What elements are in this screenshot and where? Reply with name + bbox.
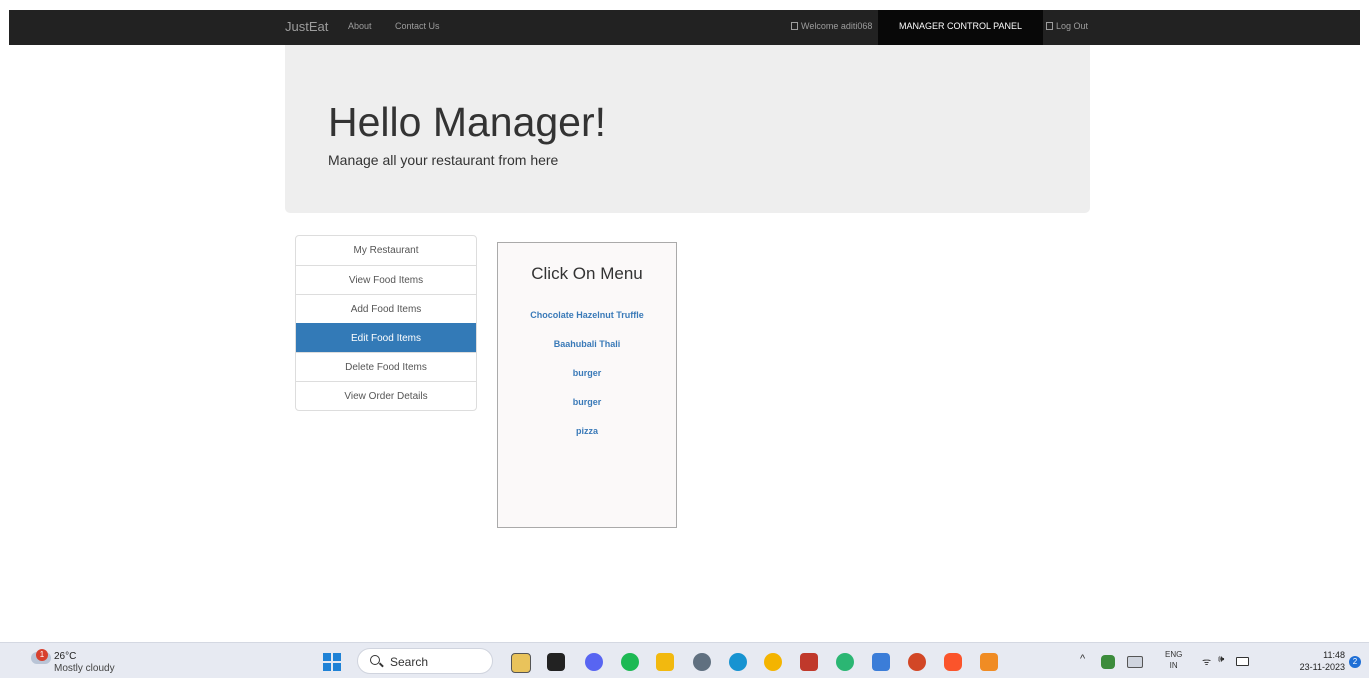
menu-item[interactable]: burger <box>498 368 676 397</box>
clock-time: 11:48 <box>1323 650 1345 660</box>
logout-link[interactable]: Log Out <box>1046 10 1088 45</box>
menu-panel: Click On Menu Chocolate Hazelnut Truffle… <box>497 242 677 528</box>
manager-sidebar: My Restaurant View Food Items Add Food I… <box>295 235 477 411</box>
sidebar-item-add-food-items[interactable]: Add Food Items <box>296 294 476 323</box>
teams-chat-icon[interactable] <box>585 653 603 671</box>
menu-item[interactable]: pizza <box>498 426 676 455</box>
powerpoint-icon[interactable] <box>908 653 926 671</box>
chrome-canary-icon[interactable] <box>836 653 854 671</box>
chrome-browser-icon[interactable] <box>764 653 782 671</box>
language-code: ENG <box>1165 650 1183 659</box>
edge-browser-icon[interactable] <box>729 653 747 671</box>
brave-browser-icon[interactable] <box>944 653 962 671</box>
weather-temperature: 26°C <box>54 651 77 662</box>
menu-item[interactable]: Baahubali Thali <box>498 339 676 368</box>
spotify-icon[interactable] <box>621 653 639 671</box>
task-view-icon[interactable] <box>547 653 565 671</box>
battery-icon[interactable] <box>1236 657 1249 666</box>
windows-taskbar: 1 26°C Mostly cloudy Search ^ ENG IN ᯤ 🕪… <box>0 642 1369 678</box>
clock[interactable]: 11:48 23-11-2023 <box>1300 649 1345 673</box>
volume-icon[interactable]: 🕪 <box>1218 654 1224 689</box>
logout-text: Log Out <box>1056 21 1089 31</box>
jumbotron: Hello Manager! Manage all your restauran… <box>285 45 1090 213</box>
notepad-icon[interactable] <box>872 653 890 671</box>
search-icon <box>370 655 380 665</box>
sidebar-item-view-order-details[interactable]: View Order Details <box>296 381 476 410</box>
sidebar-item-view-food-items[interactable]: View Food Items <box>296 265 476 294</box>
weather-description: Mostly cloudy <box>54 663 115 674</box>
menu-list: Chocolate Hazelnut Truffle Baahubali Tha… <box>498 310 676 455</box>
windows-start-icon[interactable] <box>323 653 341 671</box>
taskbar-search[interactable]: Search <box>357 648 493 674</box>
page-subtitle: Manage all your restaurant from here <box>328 152 559 168</box>
nav-contact-link[interactable]: Contact Us <box>395 10 440 45</box>
menu-title: Click On Menu <box>531 264 643 283</box>
top-navbar: JustEat About Contact Us Welcome aditi06… <box>9 10 1360 45</box>
notification-badge[interactable]: 2 <box>1349 656 1361 668</box>
language-indicator[interactable]: ENG IN <box>1165 649 1182 671</box>
keyboard-icon[interactable] <box>1127 656 1143 668</box>
menu-item[interactable]: Chocolate Hazelnut Truffle <box>498 310 676 339</box>
region-code: IN <box>1169 661 1178 670</box>
user-icon <box>791 22 798 30</box>
clock-date: 23-11-2023 <box>1299 662 1345 672</box>
manager-control-panel-link[interactable]: MANAGER CONTROL PANEL <box>878 10 1043 45</box>
page-title: Hello Manager! <box>328 99 607 145</box>
chevron-up-icon[interactable]: ^ <box>1080 653 1085 688</box>
search-label: Search <box>390 655 429 669</box>
weather-badge: 1 <box>36 649 48 661</box>
tray-app-icon[interactable] <box>1101 655 1115 669</box>
nav-about-link[interactable]: About <box>348 10 372 45</box>
widgets-icon[interactable] <box>511 653 531 673</box>
sidebar-item-my-restaurant[interactable]: My Restaurant <box>296 236 476 265</box>
camera-app-icon[interactable] <box>800 653 818 671</box>
settings-gear-icon[interactable] <box>693 653 711 671</box>
brand-link[interactable]: JustEat <box>285 10 328 45</box>
welcome-text: Welcome aditi068 <box>801 21 873 31</box>
nav-welcome-link[interactable]: Welcome aditi068 <box>791 10 872 45</box>
logout-icon <box>1046 22 1053 30</box>
menu-item[interactable]: burger <box>498 397 676 426</box>
xampp-icon[interactable] <box>980 653 998 671</box>
sidebar-item-delete-food-items[interactable]: Delete Food Items <box>296 352 476 381</box>
sidebar-item-edit-food-items[interactable]: Edit Food Items <box>296 323 476 352</box>
file-explorer-icon[interactable] <box>656 653 674 671</box>
wifi-icon[interactable]: ᯤ <box>1202 654 1211 689</box>
